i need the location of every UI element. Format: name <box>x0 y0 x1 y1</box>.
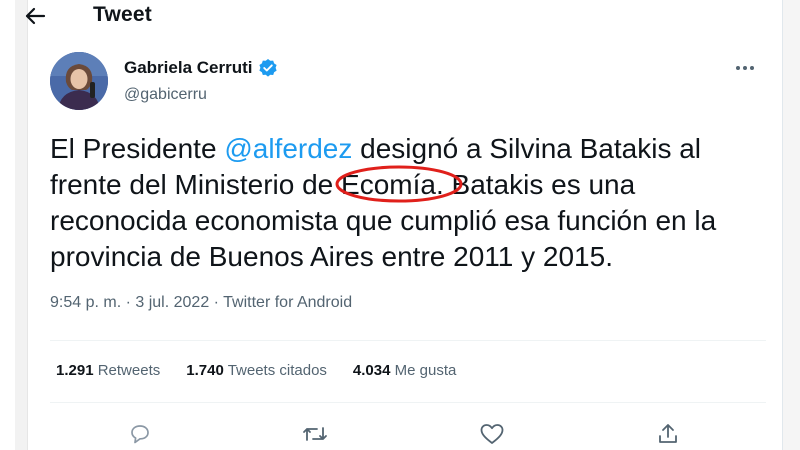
verified-badge-icon <box>258 59 277 77</box>
tweet-page: Tweet Gabriela Cerruti @gabicerru El Pre… <box>0 0 800 450</box>
more-options-button[interactable] <box>730 58 760 78</box>
tweet-date[interactable]: 3 jul. 2022 <box>135 294 209 311</box>
arrow-left-icon <box>25 7 46 25</box>
tweet-text-part: El Presidente <box>50 133 225 164</box>
stat-number: 1.291 <box>56 362 94 379</box>
tweet-time[interactable]: 9:54 p. m. <box>50 294 121 311</box>
page-title: Tweet <box>93 3 152 26</box>
avatar[interactable] <box>50 52 108 110</box>
retweet-button[interactable] <box>298 418 332 450</box>
tweet-meta: 9:54 p. m. · 3 jul. 2022 · Twitter for A… <box>50 294 352 312</box>
like-button[interactable] <box>475 418 509 450</box>
stat-number: 4.034 <box>352 362 391 379</box>
reply-button[interactable] <box>123 418 157 450</box>
author-display-name[interactable]: Gabriela Cerruti <box>124 58 253 78</box>
back-button[interactable] <box>22 4 48 28</box>
stat-label: Me gusta <box>394 362 457 379</box>
meta-separator: · <box>209 294 224 311</box>
left-sidebar-edge <box>15 0 28 450</box>
scrollbar-track[interactable] <box>782 0 800 450</box>
author-name-row[interactable]: Gabriela Cerruti <box>124 58 278 78</box>
quote-tweets-count[interactable]: 1.740 Tweets citados <box>186 362 327 379</box>
red-circle-annotation <box>335 165 463 203</box>
author-handle[interactable]: @gabicerru <box>124 86 207 104</box>
divider <box>50 340 766 341</box>
circled-word: Ecomía. <box>335 165 463 203</box>
tweet-stats: 1.291 Retweets 1.740 Tweets citados 4.03… <box>56 362 456 379</box>
retweets-count[interactable]: 1.291 Retweets <box>56 362 160 379</box>
retweet-icon <box>303 427 327 441</box>
stat-label: Retweets <box>97 362 161 379</box>
share-button[interactable] <box>651 418 685 450</box>
reply-icon <box>131 425 149 444</box>
avatar-image <box>50 52 108 110</box>
like-icon <box>480 424 504 444</box>
divider <box>50 402 766 403</box>
share-icon <box>659 424 677 443</box>
tweet-text: El Presidente @alferdez designó a Silvin… <box>50 131 750 275</box>
more-horizontal-icon <box>736 66 754 70</box>
likes-count[interactable]: 4.034 Me gusta <box>353 362 456 379</box>
stat-number: 1.740 <box>186 362 224 379</box>
tweet-source[interactable]: Twitter for Android <box>223 294 352 311</box>
mention-link[interactable]: @alferdez <box>224 133 352 164</box>
stat-label: Tweets citados <box>227 362 327 379</box>
tweet-actions <box>50 418 766 450</box>
meta-separator: · <box>121 294 136 311</box>
